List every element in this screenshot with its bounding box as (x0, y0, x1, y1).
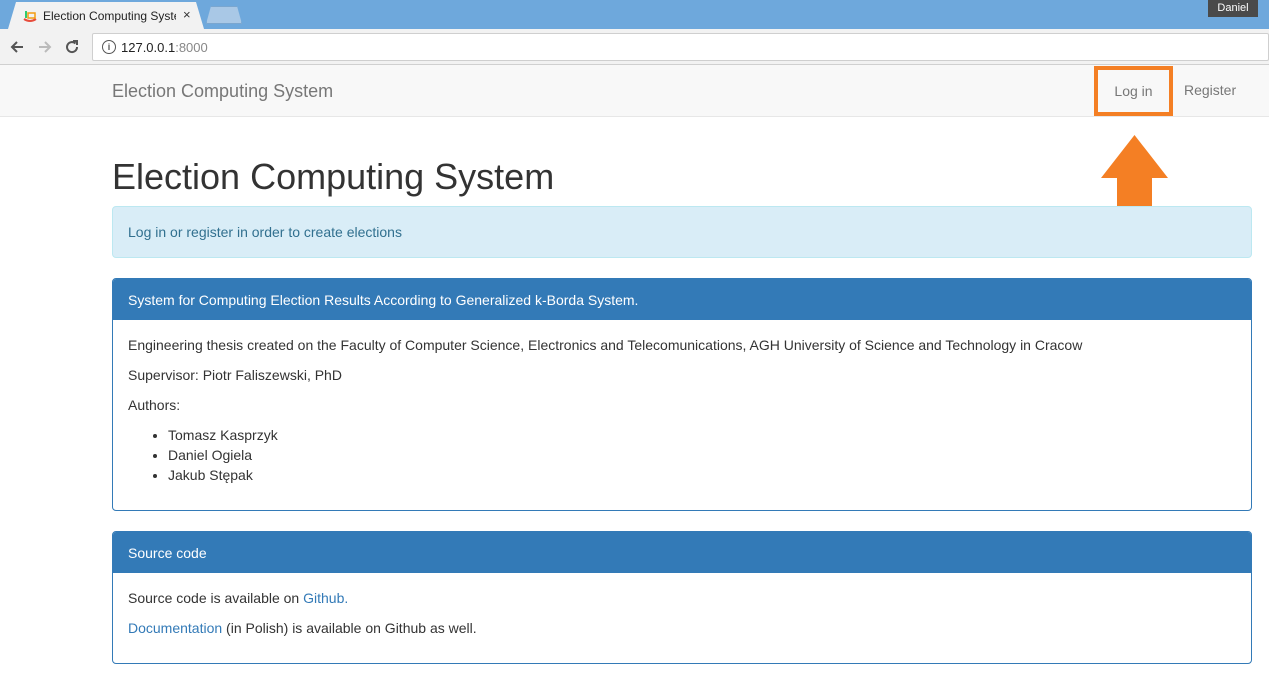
documentation-link[interactable]: Documentation (128, 620, 222, 636)
navbar-brand[interactable]: Election Computing System (112, 81, 333, 102)
browser-tab[interactable]: Election Computing System × (8, 2, 204, 29)
url-port: :8000 (175, 40, 208, 55)
login-link[interactable]: Log in (1094, 66, 1173, 116)
list-item: Tomasz Kasprzyk (168, 425, 1236, 445)
tab-title: Election Computing System (43, 9, 176, 23)
supervisor-text: Supervisor: Piotr Faliszewski, PhD (128, 367, 342, 383)
documentation-suffix: (in Polish) is available on Github as we… (222, 620, 477, 636)
browser-toolbar: i 127.0.0.1:8000 (0, 29, 1269, 65)
alert-login-link[interactable]: Log in (128, 224, 166, 240)
url-text: 127.0.0.1:8000 (121, 40, 208, 55)
browser-titlebar: Election Computing System × Daniel (0, 0, 1269, 29)
alert-register-link[interactable]: register (186, 224, 233, 240)
reload-icon[interactable] (62, 37, 82, 57)
tab-close-icon[interactable]: × (183, 7, 191, 22)
about-panel-heading: System for Computing Election Results Ac… (113, 279, 1251, 320)
about-panel-body: Engineering thesis created on the Facult… (113, 320, 1251, 500)
source-period: . (344, 590, 349, 606)
documentation-line: Documentation (in Polish) is available o… (128, 618, 1236, 638)
list-item: Jakub Stępak (168, 465, 1236, 485)
page-title: Election Computing System (112, 156, 555, 197)
new-tab-button[interactable] (206, 6, 242, 24)
address-bar[interactable]: i 127.0.0.1:8000 (92, 33, 1269, 61)
github-link[interactable]: Github (303, 590, 344, 606)
alert-or-text: or (166, 224, 187, 240)
register-link[interactable]: Register (1184, 82, 1236, 98)
forward-arrow-icon[interactable] (35, 37, 55, 57)
authors-list: Tomasz Kasprzyk Daniel Ogiela Jakub Stęp… (168, 425, 1236, 485)
authors-label: Authors: (128, 397, 181, 413)
thesis-text: Engineering thesis created on the Facult… (128, 337, 1083, 353)
about-panel: System for Computing Election Results Ac… (112, 278, 1252, 511)
alert-text: Log in or register in order to create el… (128, 224, 402, 240)
back-arrow-icon[interactable] (7, 37, 27, 57)
source-panel-body: Source code is available on Github. Docu… (113, 573, 1251, 663)
source-line: Source code is available on Github. (128, 588, 1236, 608)
url-host: 127.0.0.1 (121, 40, 176, 55)
site-info-icon[interactable]: i (102, 40, 116, 54)
list-item: Daniel Ogiela (168, 445, 1236, 465)
source-prefix: Source code is available on (128, 590, 304, 606)
info-alert: Log in or register in order to create el… (112, 206, 1252, 258)
alert-rest-text: in order to create elections (233, 224, 402, 240)
profile-button[interactable]: Daniel (1208, 0, 1258, 17)
site-favicon-icon (23, 11, 37, 22)
site-navbar: Election Computing System Log in Registe… (0, 65, 1269, 117)
source-panel: Source code Source code is available on … (112, 531, 1252, 664)
source-panel-heading: Source code (113, 532, 1251, 573)
